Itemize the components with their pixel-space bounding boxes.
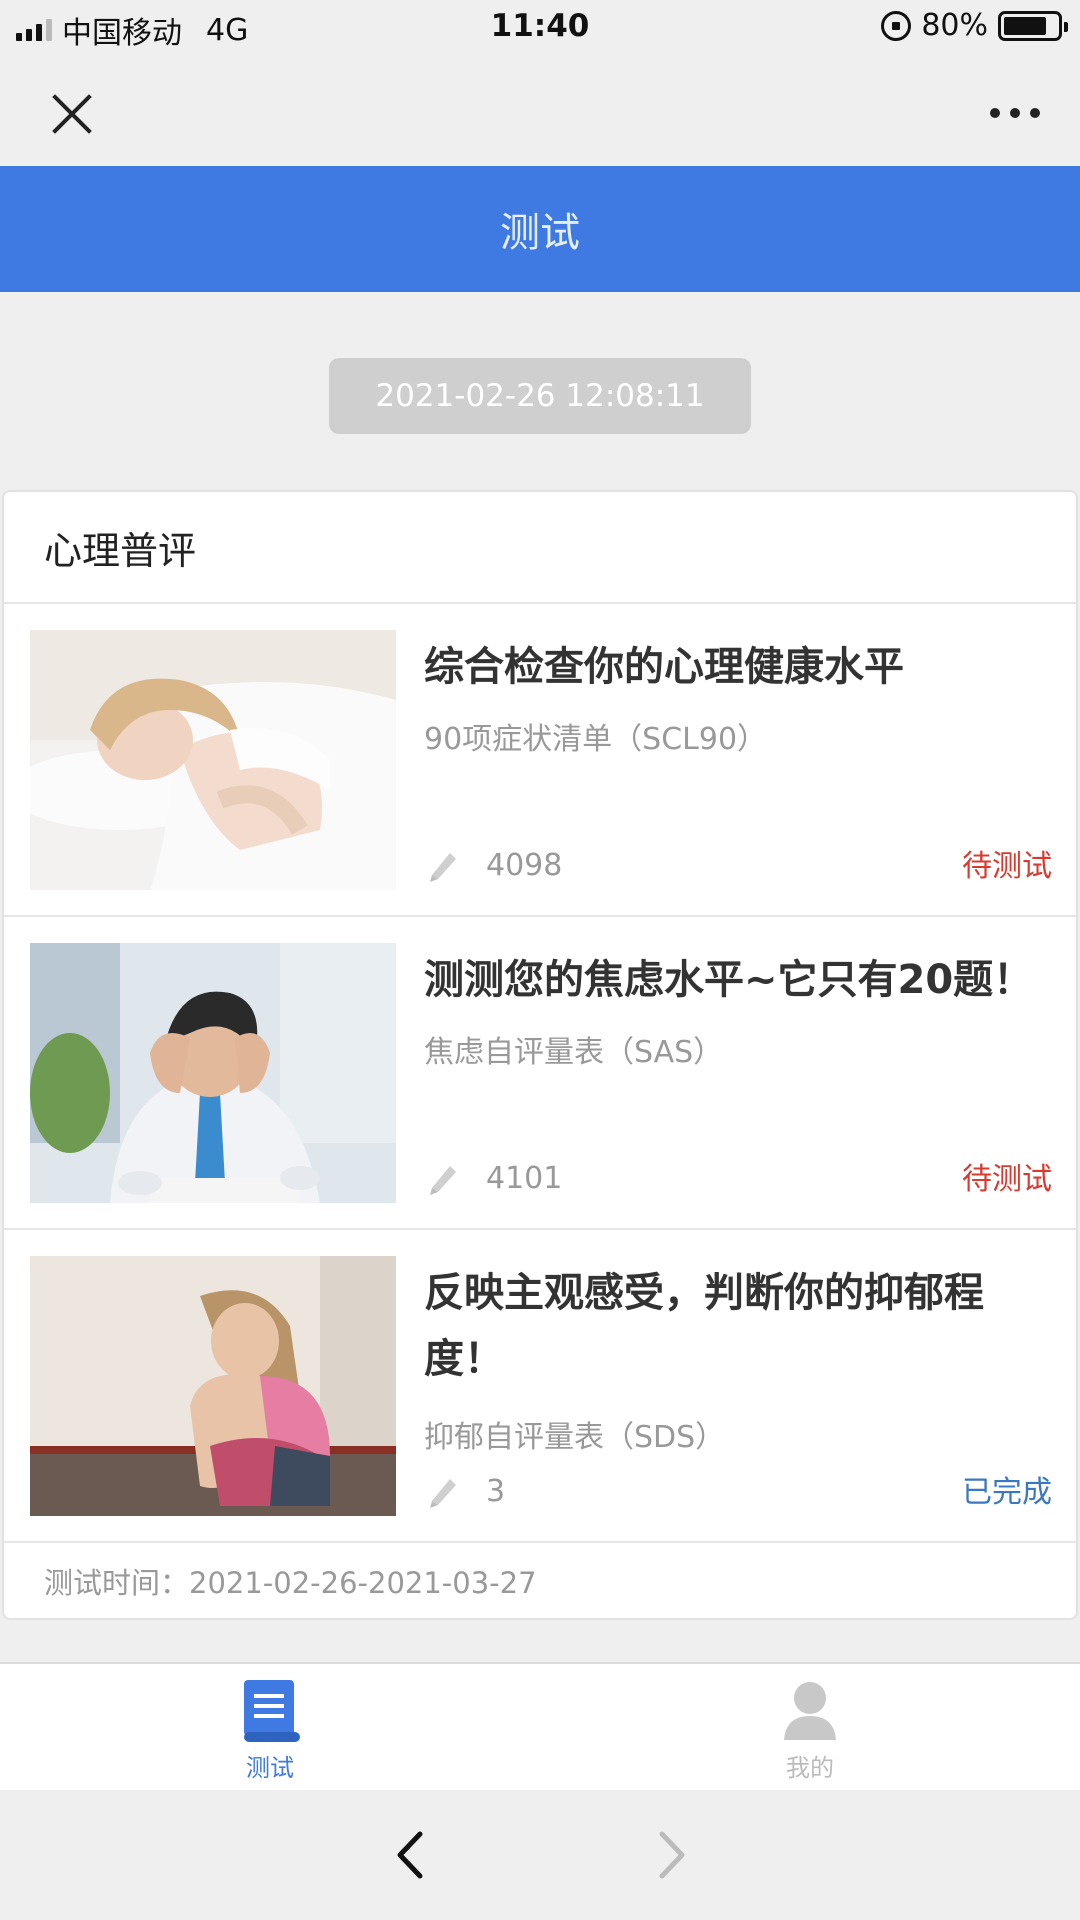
item-meta: 4101 [424, 1158, 562, 1198]
woman-sleeping-photo [30, 630, 396, 890]
assessment-card: 心理普评 综合检查你的心理健康水平 90项症状清单（SCL90） 4098 待测… [2, 490, 1078, 1620]
browser-nav-bar [0, 56, 1080, 166]
test-period: 测试时间：2021-02-26-2021-03-27 [44, 1566, 537, 1600]
user-icon [784, 1682, 836, 1740]
pencil-icon [430, 853, 456, 882]
browser-toolbar [0, 1790, 1080, 1920]
list-item[interactable]: 反映主观感受，判断你的抑郁程度！ 抑郁自评量表（SDS） 3 已完成 [4, 1230, 1076, 1543]
participant-count: 4101 [486, 1160, 563, 1196]
close-icon[interactable] [44, 86, 100, 142]
stressed-man-photo [30, 943, 396, 1203]
page-header: 测试 [0, 166, 1080, 292]
rotation-lock-icon [881, 10, 912, 41]
status-right: 80% [881, 8, 1068, 43]
pencil-icon [430, 1166, 456, 1195]
status-badge: 待测试 [962, 849, 1052, 884]
battery-icon [998, 10, 1068, 41]
list-item[interactable]: 综合检查你的心理健康水平 90项症状清单（SCL90） 4098 待测试 [4, 604, 1076, 917]
forward-chevron-icon[interactable] [650, 1830, 694, 1880]
item-meta: 4098 [424, 845, 562, 885]
item-title: 反映主观感受，判断你的抑郁程度！ [424, 1270, 984, 1382]
more-options-icon[interactable] [990, 98, 1040, 128]
tab-test[interactable]: 测试 [190, 1678, 350, 1783]
back-chevron-icon[interactable] [388, 1830, 432, 1880]
status-bar: 中国移动 4G 11:40 80% [0, 0, 1080, 56]
item-subtitle: 焦虑自评量表（SAS） [424, 1035, 724, 1070]
pencil-icon [430, 1479, 456, 1508]
book-icon [244, 1680, 300, 1742]
item-subtitle: 抑郁自评量表（SDS） [424, 1420, 726, 1455]
item-meta: 3 [424, 1471, 505, 1511]
status-badge: 待测试 [962, 1162, 1052, 1197]
status-badge: 已完成 [962, 1475, 1052, 1510]
list-item[interactable]: 测测您的焦虑水平~它只有20题！ 焦虑自评量表（SAS） 4101 待测试 [4, 917, 1076, 1230]
item-subtitle: 90项症状清单（SCL90） [424, 722, 768, 757]
date-badge: 2021-02-26 12:08:11 [329, 358, 751, 434]
participant-count: 4098 [486, 847, 563, 883]
tab-label: 测试 [246, 1754, 294, 1782]
sad-girl-photo [30, 1256, 396, 1516]
tab-label: 我的 [786, 1754, 834, 1782]
tab-mine[interactable]: 我的 [730, 1678, 890, 1783]
battery-percent: 80% [921, 8, 988, 43]
page-title: 测试 [500, 210, 580, 256]
participant-count: 3 [486, 1473, 506, 1509]
section-title: 心理普评 [4, 492, 1076, 604]
item-title: 测测您的焦虑水平~它只有20题！ [424, 957, 1034, 1003]
battery-fill [1004, 16, 1046, 35]
item-title: 综合检查你的心理健康水平 [424, 644, 904, 690]
tab-bar: 测试 我的 [0, 1662, 1080, 1790]
